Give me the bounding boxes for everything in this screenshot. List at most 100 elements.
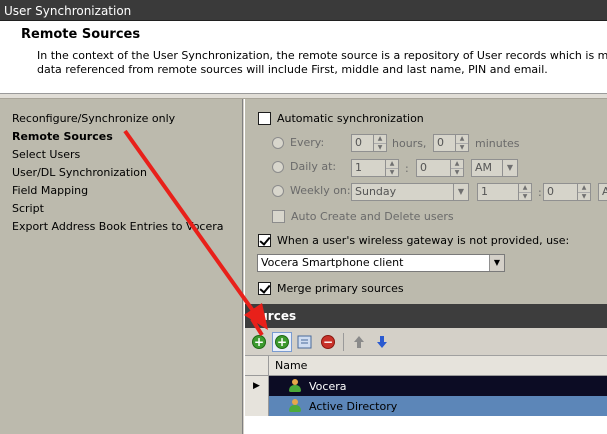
spin-up-icon[interactable]: ▲ [578,184,590,193]
daily-ampm-value: AM [475,161,493,174]
add-source-highlighted-button[interactable]: + [272,331,292,352]
user-icon [289,399,301,413]
daily-minute-spinner[interactable]: 0 ▲ ▼ [416,159,464,177]
nav-item-user-dl-sync[interactable]: User/DL Synchronization [0,164,242,182]
page-description: In the context of the User Synchronizati… [37,49,607,77]
minutes-label: minutes [475,137,520,150]
gateway-row: When a user's wireless gateway is not pr… [258,234,569,247]
chevron-down-icon: ▼ [489,255,504,271]
chevron-down-icon: ▼ [453,184,468,200]
spin-up-icon[interactable]: ▲ [386,160,398,169]
remove-icon: − [321,334,335,349]
spin-down-icon[interactable]: ▼ [578,193,590,201]
every-radio[interactable] [272,136,284,149]
row-pointer-icon: ▶ [245,376,269,396]
daily-hour-value: 1 [355,161,362,174]
edit-source-button[interactable] [295,332,315,352]
auto-sync-checkbox[interactable] [258,112,271,125]
weekly-day-select[interactable]: Sunday ▼ [351,183,469,201]
nav-item-script[interactable]: Script [0,200,242,218]
source-name-cell[interactable]: Active Directory [269,396,607,416]
source-name-cell[interactable]: Vocera [269,376,607,396]
every-minutes-spinner[interactable]: 0 ▲ ▼ [433,134,469,152]
every-hours-spinner[interactable]: 0 ▲ ▼ [351,134,387,152]
weekly-day-value: Sunday [355,185,397,198]
grid-header: Name [245,356,607,376]
spin-up-icon[interactable]: ▲ [374,135,386,144]
every-row: Every: [272,136,324,149]
settings-panel: Automatic synchronization Every: 0 ▲ ▼ ho… [244,99,607,304]
move-up-button[interactable] [349,332,369,352]
table-row[interactable]: Active Directory [245,396,607,416]
every-hours-value: 0 [355,136,362,149]
page-header: Remote Sources In the context of the Use… [0,21,607,94]
weekly-hour-spinner[interactable]: 1 ▲ ▼ [477,183,532,201]
sources-toolbar: + + − [245,328,607,356]
user-icon [289,379,301,393]
weekly-minute-value: 0 [547,185,554,198]
daily-row: Daily at: [272,160,336,173]
weekly-hour-value: 1 [481,185,488,198]
daily-time-separator: : [405,162,409,175]
chevron-down-icon: ▼ [502,160,517,176]
every-label: Every: [290,136,325,149]
window-title-bar: User Synchronization [0,0,607,21]
grid-header-corner [245,356,269,375]
description-line-2: data referenced from remote sources will… [37,63,548,76]
remove-source-button[interactable]: − [318,332,338,352]
wizard-nav: Reconfigure/Synchronize only Remote Sour… [0,99,243,434]
merge-row: Merge primary sources [258,282,404,295]
sources-grid: Name ▶ Vocera Active Directory [245,356,607,434]
weekly-time-separator: : [538,186,542,199]
nav-item-remote-sources[interactable]: Remote Sources [0,128,242,146]
spin-up-icon[interactable]: ▲ [519,184,531,193]
window-title: User Synchronization [4,4,132,18]
add-highlighted-icon: + [275,334,289,349]
page-title: Remote Sources [21,27,141,42]
weekly-row: Weekly on: [272,184,351,197]
toolbar-separator [343,332,344,351]
daily-minute-value: 0 [420,161,427,174]
nav-item-select-users[interactable]: Select Users [0,146,242,164]
column-header-name[interactable]: Name [269,356,313,375]
weekly-minute-spinner[interactable]: 0 ▲ ▼ [543,183,591,201]
spin-down-icon[interactable]: ▼ [456,144,468,152]
auto-create-checkbox[interactable] [272,210,285,223]
spin-down-icon[interactable]: ▼ [519,193,531,201]
gateway-label: When a user's wireless gateway is not pr… [277,234,570,247]
description-line-1: In the context of the User Synchronizati… [37,49,607,62]
move-down-icon [377,335,387,348]
spin-down-icon[interactable]: ▼ [386,169,398,177]
auto-sync-label: Automatic synchronization [277,112,424,125]
gateway-checkbox[interactable] [258,234,271,247]
gateway-select[interactable]: Vocera Smartphone client ▼ [257,254,505,272]
move-down-button[interactable] [372,332,392,352]
source-name: Vocera [309,379,347,393]
sources-header: ources [245,304,607,328]
daily-hour-spinner[interactable]: 1 ▲ ▼ [351,159,399,177]
add-source-button[interactable]: + [249,332,269,352]
nav-item-reconfigure[interactable]: Reconfigure/Synchronize only [0,110,242,128]
row-header [245,396,269,416]
spin-down-icon[interactable]: ▼ [451,169,463,177]
source-name: Active Directory [309,399,398,413]
hours-label: hours, [392,137,427,150]
add-icon: + [252,334,266,349]
weekly-label: Weekly on: [290,184,351,197]
merge-checkbox[interactable] [258,282,271,295]
auto-sync-row: Automatic synchronization [258,112,424,125]
spin-up-icon[interactable]: ▲ [456,135,468,144]
spin-down-icon[interactable]: ▼ [374,144,386,152]
nav-item-field-mapping[interactable]: Field Mapping [0,182,242,200]
nav-item-export-address-book[interactable]: Export Address Book Entries to Vocera [0,218,242,236]
spin-up-icon[interactable]: ▲ [451,160,463,169]
sources-panel: ources + + − Name ▶ Vocera Active Direct… [244,304,607,434]
merge-label: Merge primary sources [277,282,404,295]
table-row[interactable]: ▶ Vocera [245,376,607,396]
daily-ampm-select[interactable]: AM ▼ [471,159,518,177]
daily-radio[interactable] [272,160,284,173]
weekly-radio[interactable] [272,184,284,197]
gateway-value: Vocera Smartphone client [261,256,404,269]
edit-icon [297,335,312,348]
weekly-ampm-select[interactable]: A [598,183,607,201]
